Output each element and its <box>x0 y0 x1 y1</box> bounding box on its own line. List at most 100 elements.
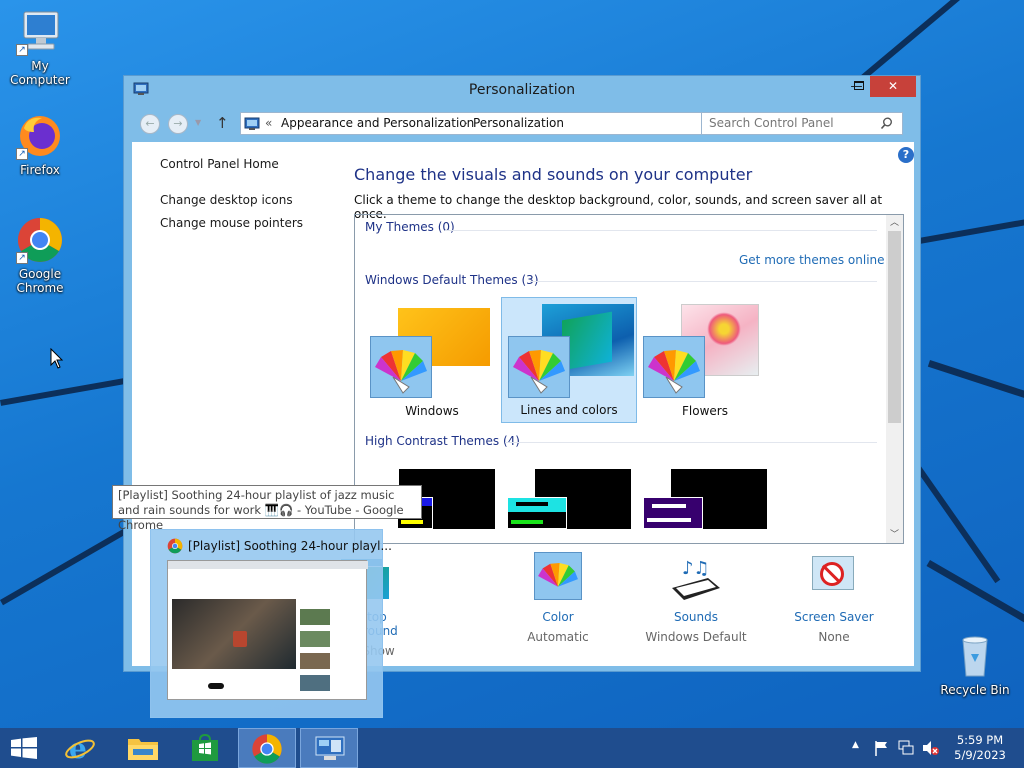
change-mouse-pointers-link[interactable]: Change mouse pointers <box>160 216 303 230</box>
search-input[interactable]: Search Control Panel <box>701 112 903 135</box>
hc-window-preview <box>507 497 567 529</box>
chrome-icon: ↗ <box>16 216 64 264</box>
theme-label: Flowers <box>682 404 728 418</box>
windows-default-themes-group[interactable]: Windows Default Themes (3) <box>365 273 539 287</box>
theme-windows[interactable]: Windows <box>364 298 500 424</box>
clock-date: 5/9/2023 <box>954 748 1006 762</box>
chrome-icon <box>252 734 282 764</box>
theme-lines-and-colors[interactable]: Lines and colors <box>501 297 637 423</box>
theme-label: Lines and colors <box>520 403 618 417</box>
sounds-icon: ♪♫ <box>668 554 724 604</box>
taskbar-google-chrome[interactable] <box>238 728 296 768</box>
chrome-icon <box>167 538 183 554</box>
window-title: Personalization <box>468 82 576 98</box>
up-button[interactable]: ↑ <box>216 114 229 132</box>
mouse-cursor-icon <box>50 348 64 369</box>
desktop-icon-my-computer[interactable]: ↗ My Computer <box>0 8 80 87</box>
breadcrumb-personalization[interactable]: Personalization <box>473 113 564 134</box>
scroll-down-icon[interactable]: ﹀ <box>890 527 899 540</box>
theme-flowers[interactable]: Flowers <box>637 298 773 424</box>
taskbar: e ▲ 5:59 PM 5/9/2023 <box>0 728 1024 768</box>
hc-window-preview <box>643 497 703 529</box>
sounds-value: Windows Default <box>645 630 747 644</box>
internet-explorer-icon: e <box>65 732 95 764</box>
windows-logo-icon <box>11 737 37 759</box>
change-desktop-icons-link[interactable]: Change desktop icons <box>160 193 293 207</box>
title-bar[interactable]: Personalization — ✕ <box>124 76 920 106</box>
sounds-link[interactable]: Sounds <box>636 610 756 624</box>
computer-icon: ↗ <box>16 8 64 56</box>
taskbar-control-panel[interactable] <box>300 728 358 768</box>
preview-thumbnail <box>167 560 368 700</box>
desktop-icon-recycle-bin[interactable]: Recycle Bin <box>935 632 1015 697</box>
theme-high-contrast-2[interactable] <box>507 469 631 529</box>
taskbar-clock[interactable]: 5:59 PM 5/9/2023 <box>950 733 1010 763</box>
desktop-icon-label: Google Chrome <box>16 267 64 295</box>
taskbar-internet-explorer[interactable]: e <box>52 728 110 768</box>
preview-title: [Playlist] Soothing 24-hour playl... <box>188 539 392 553</box>
color-icon <box>530 552 586 604</box>
group-divider <box>505 442 877 443</box>
desktop-icon-label: Firefox <box>20 163 60 177</box>
clock-time: 5:59 PM <box>956 733 1004 747</box>
control-panel-home-link[interactable]: Control Panel Home <box>160 157 279 171</box>
color-palette-icon <box>643 336 705 398</box>
desktop-icon-label: Recycle Bin <box>940 683 1010 697</box>
color-value: Automatic <box>527 630 589 644</box>
flower-shape <box>707 312 741 346</box>
close-button[interactable]: ✕ <box>870 76 916 97</box>
wallpaper-line <box>927 360 1024 460</box>
system-tray: ▲ <box>848 728 944 768</box>
group-divider <box>530 281 877 282</box>
color-palette-icon <box>370 336 432 398</box>
theme-label: Windows <box>405 404 459 418</box>
forward-button[interactable]: → <box>168 114 188 134</box>
scrollbar-thumb[interactable] <box>888 231 901 423</box>
action-center-flag-icon[interactable] <box>874 740 888 756</box>
svg-text:♪♫: ♪♫ <box>682 558 710 579</box>
store-icon <box>192 734 218 761</box>
theme-settings-bar: Desktop Background Slide Show Color Auto… <box>326 552 904 658</box>
screen-saver-setting[interactable]: Screen Saver None <box>774 554 894 644</box>
color-link[interactable]: Color <box>498 610 618 624</box>
desktop-icon-firefox[interactable]: ↗ Firefox <box>0 112 80 177</box>
theme-list-scrollbar[interactable]: ︿ ﹀ <box>886 215 903 543</box>
desktop-icon-google-chrome[interactable]: ↗ Google Chrome <box>0 216 80 295</box>
high-contrast-themes-group[interactable]: High Contrast Themes (4) <box>365 434 520 448</box>
group-divider <box>445 230 877 231</box>
get-more-themes-link[interactable]: Get more themes online <box>739 253 885 267</box>
sounds-setting[interactable]: ♪♫ Sounds Windows Default <box>636 554 756 644</box>
folder-icon <box>128 739 158 760</box>
start-button[interactable] <box>0 728 58 768</box>
control-panel-small-icon <box>244 117 260 130</box>
breadcrumb-appearance[interactable]: Appearance and Personalization <box>281 113 474 134</box>
preview-tooltip: [Playlist] Soothing 24-hour playlist of … <box>112 485 422 532</box>
desktop-icon-label: My Computer <box>10 59 70 87</box>
maximize-button[interactable] <box>844 76 871 97</box>
back-button[interactable]: ← <box>140 114 160 134</box>
volume-muted-icon[interactable] <box>922 740 940 756</box>
recycle-bin-icon <box>951 632 999 680</box>
taskbar-thumbnail-preview[interactable]: [Playlist] Soothing 24-hour playl... <box>150 529 392 718</box>
color-palette-icon <box>508 336 570 398</box>
scroll-up-icon[interactable]: ︿ <box>890 215 899 228</box>
color-setting[interactable]: Color Automatic <box>498 552 618 644</box>
theme-high-contrast-3[interactable] <box>643 469 767 529</box>
screen-saver-value: None <box>818 630 850 644</box>
screen-saver-icon <box>806 554 862 604</box>
breadcrumb-separator: › <box>463 116 468 130</box>
page-heading: Change the visuals and sounds on your co… <box>354 165 753 184</box>
control-panel-icon <box>315 736 345 760</box>
taskbar-file-explorer[interactable] <box>114 728 172 768</box>
show-hidden-icons-icon[interactable]: ▲ <box>852 740 859 750</box>
recent-pages-dropdown[interactable]: ▼ <box>195 118 201 127</box>
my-themes-group[interactable]: My Themes (0) <box>365 220 455 234</box>
screen-saver-link[interactable]: Screen Saver <box>774 610 894 624</box>
network-icon[interactable] <box>898 740 914 756</box>
firefox-icon: ↗ <box>16 112 64 160</box>
help-icon[interactable]: ? <box>898 147 914 163</box>
taskbar-store[interactable] <box>176 728 234 768</box>
breadcrumb-overflow[interactable]: « <box>265 113 272 134</box>
search-icon[interactable] <box>880 117 893 130</box>
address-toolbar: ← → ▼ ↑ « Appearance and Personalization… <box>132 106 912 140</box>
